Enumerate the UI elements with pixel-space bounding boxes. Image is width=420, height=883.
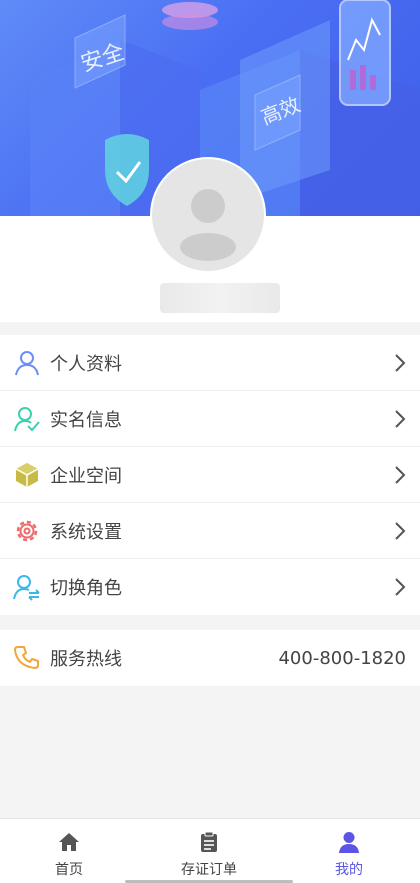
tab-mine[interactable]: 我的: [289, 819, 409, 883]
menu-item-realname[interactable]: 实名信息: [0, 391, 420, 447]
tab-label: 存证订单: [181, 862, 237, 878]
menu-item-label: 切换角色: [50, 578, 122, 599]
menu-item-label: 个人资料: [50, 353, 122, 375]
chevron-right-icon: [395, 354, 406, 372]
home-icon: [59, 833, 79, 851]
avatar-placeholder-icon: [180, 189, 236, 261]
user-check-icon: [14, 407, 40, 432]
chevron-right-icon: [395, 578, 406, 596]
tab-orders[interactable]: 存证订单: [149, 819, 269, 883]
menu-item-switch-role[interactable]: 切换角色: [0, 559, 420, 615]
username-redacted: [160, 283, 280, 313]
clipboard-icon: [201, 831, 217, 852]
menu-item-profile[interactable]: 个人资料: [0, 335, 420, 391]
chevron-right-icon: [395, 466, 406, 484]
avatar[interactable]: [150, 157, 266, 273]
tab-home[interactable]: 首页: [9, 819, 129, 883]
menu-item-settings[interactable]: 系统设置: [0, 503, 420, 559]
tab-label: 首页: [55, 862, 83, 878]
cube-icon: [15, 463, 39, 487]
bottom-tab-bar: 首页 存证订单 我的: [0, 818, 420, 883]
service-label: 服务热线: [50, 649, 122, 670]
tab-label: 我的: [335, 862, 363, 878]
service-hotline[interactable]: 服务热线 400-800-1820: [0, 630, 420, 686]
menu-item-label: 企业空间: [50, 465, 122, 487]
chevron-right-icon: [395, 522, 406, 540]
profile-icon: [339, 832, 359, 853]
user-icon: [15, 351, 39, 376]
menu-list: 个人资料 实名信息 企业空间 系统设置 切换角色: [0, 335, 420, 615]
switch-user-icon: [13, 575, 40, 601]
phone-icon: [14, 646, 39, 669]
menu-item-label: 实名信息: [50, 409, 122, 431]
chevron-right-icon: [395, 410, 406, 428]
service-phone-number[interactable]: 400-800-1820: [278, 648, 406, 669]
gear-icon: [16, 520, 38, 542]
menu-item-enterprise[interactable]: 企业空间: [0, 447, 420, 503]
menu-item-label: 系统设置: [50, 521, 122, 543]
